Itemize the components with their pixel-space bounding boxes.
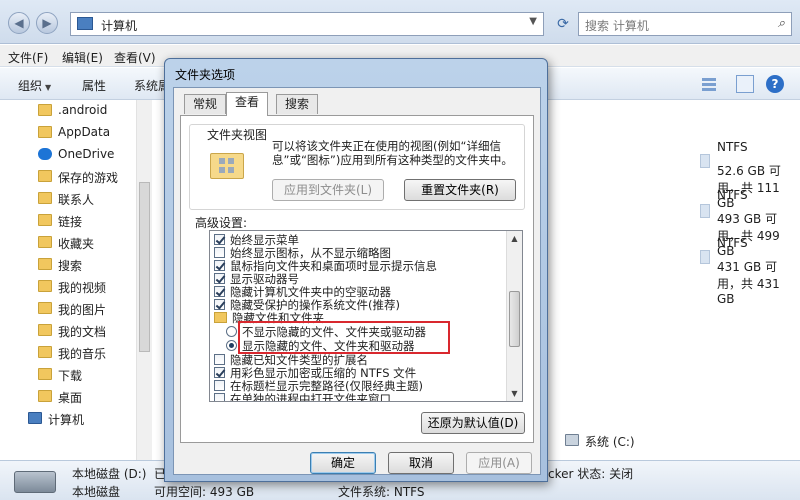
- setting-always-show-icons[interactable]: 始终显示图标，从不显示缩略图: [210, 246, 506, 260]
- folder-icon: [38, 236, 52, 248]
- setting-separate-process[interactable]: 在单独的进程中打开文件夹窗口: [210, 392, 506, 401]
- advanced-settings-label: 高级设置:: [195, 216, 248, 230]
- dialog-title: 文件夹选项: [175, 68, 236, 82]
- folder-icon: [38, 104, 52, 116]
- drive-icon: [700, 250, 710, 264]
- menu-edit[interactable]: 编辑(E): [62, 49, 103, 66]
- view-options-icon[interactable]: [700, 75, 718, 93]
- hard-drive-icon: [14, 471, 56, 493]
- folder-icon: [38, 170, 52, 182]
- ok-button[interactable]: 确定: [310, 452, 376, 474]
- radio-button[interactable]: [226, 340, 237, 351]
- setting-full-path-title[interactable]: 在标题栏显示完整路径(仅限经典主题): [210, 379, 506, 393]
- search-placeholder: 搜索 计算机: [585, 19, 649, 33]
- computer-icon: [77, 17, 93, 30]
- setting-color-ntfs[interactable]: 用彩色显示加密或压缩的 NTFS 文件: [210, 366, 506, 380]
- folder-icon: [38, 346, 52, 358]
- breadcrumb[interactable]: 计算机: [101, 17, 137, 34]
- dialog-body: 常规 查看 搜索 文件夹视图 可以将该文件夹正在使用的视图(例如“详细信息”或“…: [173, 87, 541, 475]
- scroll-thumb[interactable]: [509, 291, 520, 347]
- tab-search[interactable]: 搜索: [276, 94, 319, 114]
- organize-button[interactable]: 组织 ▼: [18, 77, 51, 94]
- drive-icon: [700, 204, 710, 218]
- forward-button[interactable]: ▶: [36, 12, 58, 34]
- setting-always-show-menus[interactable]: 始终显示菜单: [210, 233, 506, 247]
- tab-view[interactable]: 查看: [226, 92, 269, 116]
- highlight-box: [238, 321, 450, 354]
- menu-view[interactable]: 查看(V): [114, 49, 156, 66]
- setting-show-drive-letters[interactable]: 显示驱动器号: [210, 272, 506, 286]
- nav-scroll-thumb[interactable]: [139, 182, 150, 352]
- checkbox[interactable]: [214, 260, 225, 271]
- checkbox[interactable]: [214, 273, 225, 284]
- preview-pane-icon[interactable]: [736, 75, 754, 93]
- restore-defaults-button[interactable]: 还原为默认值(D): [421, 412, 525, 434]
- folder-views-description: 可以将该文件夹正在使用的视图(例如“详细信息”或“图标”)应用到所有这种类型的文…: [272, 139, 513, 167]
- back-button[interactable]: ◀: [8, 12, 30, 34]
- folder-views-title: 文件夹视图: [204, 126, 271, 143]
- folder-icon: [38, 390, 52, 402]
- checkbox[interactable]: [214, 367, 225, 378]
- cancel-button[interactable]: 取消: [388, 452, 454, 474]
- setting-hide-empty-drives[interactable]: 隐藏计算机文件夹中的空驱动器: [210, 285, 506, 299]
- folder-options-dialog: 文件夹选项 常规 查看 搜索 文件夹视图 可以将该文件夹正在使用的视图(例如“详…: [164, 58, 548, 482]
- advanced-settings-list: 始终显示菜单 始终显示图标，从不显示缩略图 鼠标指向文件夹和桌面项时显示提示信息…: [209, 230, 523, 402]
- navigation-pane: .android AppData OneDrive 保存的游戏 联系人 链接 收…: [0, 100, 635, 460]
- apply-button[interactable]: 应用(A): [466, 452, 532, 474]
- setting-popup-descriptions[interactable]: 鼠标指向文件夹和桌面项时显示提示信息: [210, 259, 506, 273]
- folder-icon: [38, 368, 52, 380]
- contacts-icon: [38, 192, 52, 204]
- drive-icon: [700, 154, 710, 168]
- radio-button[interactable]: [226, 326, 237, 337]
- advanced-scrollbar[interactable]: ▲ ▼: [506, 231, 522, 401]
- search-input[interactable]: 搜索 计算机 ⌕: [578, 12, 792, 36]
- reset-folders-button[interactable]: 重置文件夹(R): [404, 179, 516, 201]
- properties-button[interactable]: 属性: [82, 77, 106, 94]
- menu-file[interactable]: 文件(F): [8, 49, 48, 66]
- folder-icon: [38, 126, 52, 138]
- folder-icon: [38, 214, 52, 226]
- checkbox[interactable]: [214, 354, 225, 365]
- search-icon[interactable]: ⌕: [778, 16, 785, 31]
- details-free-space: 可用空间: 493 GB: [154, 485, 255, 499]
- details-drive-type: 本地磁盘: [72, 485, 121, 499]
- folder-icon: [38, 258, 52, 270]
- scroll-up-icon[interactable]: ▲: [507, 231, 522, 246]
- chevron-down-icon[interactable]: ▼: [529, 16, 537, 27]
- details-bitlocker: cker 状态: 关闭: [548, 467, 634, 481]
- checkbox[interactable]: [214, 247, 225, 258]
- tab-general[interactable]: 常规: [184, 94, 227, 114]
- help-icon[interactable]: ?: [766, 75, 784, 93]
- scroll-down-icon[interactable]: ▼: [507, 386, 522, 401]
- details-filesystem: 文件系统: NTFS: [338, 485, 425, 499]
- details-drive-name: 本地磁盘 (D:): [72, 467, 147, 481]
- computer-icon: [28, 412, 42, 424]
- drive-item-3[interactable]: NTFS 431 GB 可用，共 431 GB: [717, 236, 800, 306]
- folder-icon: [38, 324, 52, 336]
- checkbox[interactable]: [214, 299, 225, 310]
- setting-hide-extensions[interactable]: 隐藏已知文件类型的扩展名: [210, 353, 506, 367]
- folder-views-group: 文件夹视图 可以将该文件夹正在使用的视图(例如“详细信息”或“图标”)应用到所有…: [189, 124, 525, 210]
- folder-view-icon: [210, 153, 244, 179]
- folder-icon: [38, 302, 52, 314]
- checkbox[interactable]: [214, 380, 225, 391]
- refresh-icon[interactable]: ⟳: [552, 13, 574, 35]
- checkbox[interactable]: [214, 393, 225, 401]
- setting-hide-protected-os-files[interactable]: 隐藏受保护的操作系统文件(推荐): [210, 298, 506, 312]
- checkbox[interactable]: [214, 286, 225, 297]
- folder-icon: [214, 312, 227, 323]
- address-toolbar: ◀ ▶ 计算机 ▼ ⟳ 搜索 计算机 ⌕: [0, 0, 800, 44]
- folder-icon: [38, 280, 52, 292]
- nav-scrollbar[interactable]: [136, 100, 152, 460]
- cloud-icon: [38, 148, 52, 160]
- checkbox[interactable]: [214, 234, 225, 245]
- address-bar[interactable]: 计算机 ▼: [70, 12, 544, 36]
- view-tab-panel: 文件夹视图 可以将该文件夹正在使用的视图(例如“详细信息”或“图标”)应用到所有…: [180, 115, 534, 443]
- apply-to-folders-button[interactable]: 应用到文件夹(L): [272, 179, 384, 201]
